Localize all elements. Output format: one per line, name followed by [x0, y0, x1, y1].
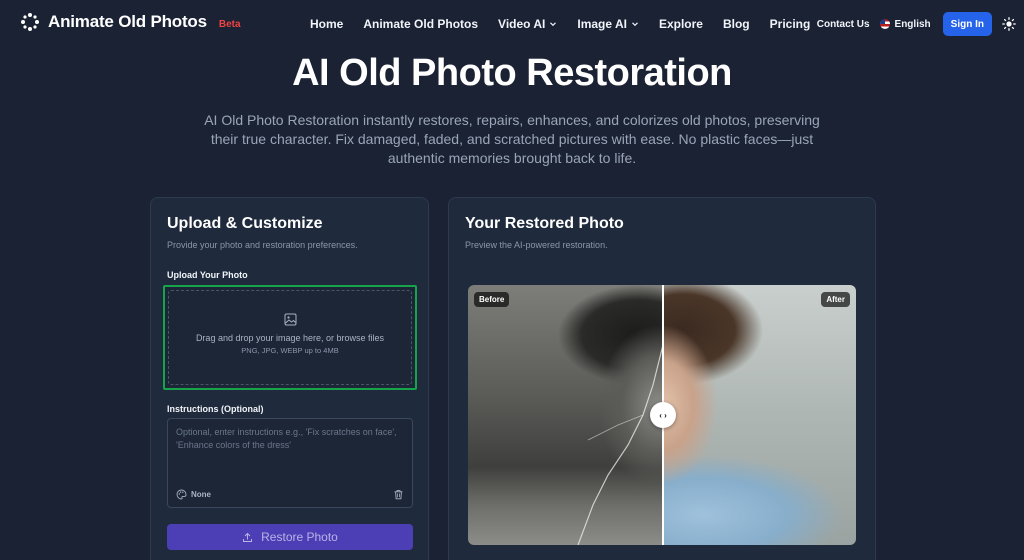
dropzone-hint: PNG, JPG, WEBP up to 4MB — [241, 345, 339, 355]
instructions-footer: None — [176, 487, 404, 501]
restore-button-label: Restore Photo — [261, 530, 338, 544]
upload-photo-label: Upload Your Photo — [167, 270, 248, 280]
result-card-title: Your Restored Photo — [465, 215, 624, 232]
language-label: English — [894, 18, 931, 30]
instructions-placeholder[interactable]: Optional, enter instructions e.g., 'Fix … — [176, 426, 402, 452]
after-label: After — [821, 292, 850, 307]
upload-card-subtitle: Provide your photo and restoration prefe… — [167, 240, 358, 250]
instructions-field[interactable]: Optional, enter instructions e.g., 'Fix … — [167, 418, 413, 508]
nav-link-label: Pricing — [769, 17, 811, 31]
nav-link-explore[interactable]: Explore — [649, 17, 713, 31]
nav-link-animate-old-photos[interactable]: Animate Old Photos — [353, 17, 488, 31]
page-description: AI Old Photo Restoration instantly resto… — [204, 112, 820, 166]
brand[interactable]: Animate Old Photos Beta — [20, 12, 241, 32]
logo-icon — [21, 13, 39, 31]
upload-icon — [243, 532, 253, 542]
palette-icon — [176, 489, 187, 499]
result-card-subtitle: Preview the AI-powered restoration. — [465, 240, 608, 250]
page-title: AI Old Photo Restoration — [292, 52, 732, 94]
sign-in-button[interactable]: Sign In — [942, 12, 992, 36]
chevron-down-icon — [550, 22, 557, 27]
beta-badge: Beta — [218, 18, 241, 30]
nav-link-home[interactable]: Home — [300, 17, 353, 31]
dropzone-area: Drag and drop your image here, or browse… — [168, 290, 412, 385]
dropzone-text: Drag and drop your image here, or browse… — [195, 332, 385, 343]
nav-link-label: Explore — [658, 17, 703, 31]
nav-right: Contact Us English Sign In — [817, 0, 1016, 48]
chevron-down-icon — [632, 22, 638, 27]
nav-link-label: Animate Old Photos — [363, 17, 479, 31]
slider-handle[interactable]: ‹ › — [650, 402, 676, 428]
sun-icon[interactable] — [1002, 17, 1016, 31]
nav-link-label: Video AI — [498, 17, 546, 31]
nav-links: Home Animate Old Photos Video AI Image A… — [300, 0, 820, 48]
us-flag-icon — [879, 19, 890, 29]
instructions-label: Instructions (Optional) — [167, 404, 264, 414]
nav-link-pricing[interactable]: Pricing — [760, 17, 821, 31]
contact-link[interactable]: Contact Us — [817, 19, 870, 30]
before-label: Before — [474, 292, 510, 307]
nav-link-blog[interactable]: Blog — [713, 17, 760, 31]
result-card: Your Restored Photo Preview the AI-power… — [448, 197, 876, 560]
upload-card-title: Upload & Customize — [167, 215, 323, 232]
brand-name: Animate Old Photos — [48, 12, 207, 31]
upload-card: Upload & Customize Provide your photo an… — [150, 197, 429, 560]
nav-link-label: Home — [310, 17, 344, 31]
style-value: None — [191, 489, 211, 499]
before-after-slider[interactable]: ‹ › Before After — [468, 285, 856, 545]
nav-link-label: Blog — [722, 17, 750, 31]
after-image — [663, 285, 856, 545]
nav-link-image-ai[interactable]: Image AI — [567, 17, 649, 31]
nav-link-label: Image AI — [577, 17, 627, 31]
language-selector[interactable]: English — [879, 18, 931, 30]
style-selector[interactable]: None — [176, 489, 211, 500]
nav-link-video-ai[interactable]: Video AI — [488, 17, 567, 31]
restore-photo-button[interactable]: Restore Photo — [167, 524, 413, 550]
photo-crack — [577, 345, 664, 545]
top-navbar: Animate Old Photos Beta Home Animate Old… — [0, 0, 1024, 48]
image-icon — [284, 313, 296, 325]
photo-dropzone[interactable]: Drag and drop your image here, or browse… — [163, 285, 417, 390]
trash-icon[interactable] — [393, 489, 404, 500]
